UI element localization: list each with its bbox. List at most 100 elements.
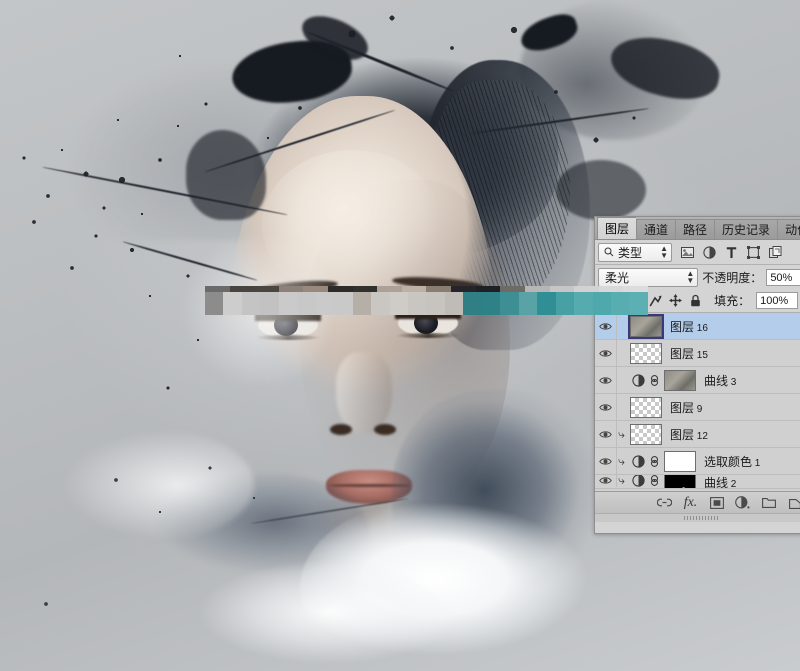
layer-visibility-eye-icon[interactable] [595,475,617,487]
new-group-icon[interactable] [761,495,776,510]
censor-pixel-top-0 [205,286,230,292]
layer-row[interactable]: 图层 16 [595,313,800,340]
link-layers-icon[interactable] [657,495,672,510]
clipping-mask-arrow-icon: ⤷ [618,475,625,487]
censor-pixel-19 [555,291,575,315]
adjustment-layer-icon[interactable] [631,475,646,487]
censor-pixel-top-15 [574,286,599,292]
layer-filter-row: 类型 ▲ ▼ [595,240,800,265]
add-layer-mask-icon[interactable] [709,495,724,510]
layer-thumbnail[interactable] [630,423,662,445]
censor-pixel-top-16 [598,286,624,292]
chevron-updown-icon: ▲ ▼ [686,269,695,285]
censor-pixel-4 [278,291,298,315]
adjustment-layer-icon[interactable] [631,373,646,387]
layer-style-fx-icon[interactable]: fx. [683,495,698,510]
type-layer-filter-icon[interactable] [724,245,739,260]
clipping-mask-arrow-icon: ⤷ [618,427,625,441]
blend-mode-dropdown[interactable]: 柔光 ▲ ▼ [598,267,699,287]
censor-pixel-23 [629,291,648,315]
layer-name-label: 选取颜色 1 [704,454,761,469]
layer-row[interactable]: 图层 15 [595,340,800,367]
filter-icon-group [676,245,783,260]
censor-pixel-6 [315,291,335,315]
censor-pixel-7 [334,291,353,315]
censor-pixel-top-12 [500,286,525,292]
layer-row[interactable]: 曲线 3 [595,367,800,394]
layer-row[interactable]: ⤷ 图层 12 [595,421,800,448]
panel-tab-0[interactable]: 图层 [597,217,637,239]
censor-pixel-9 [371,291,390,315]
censor-pixel-top-10 [451,286,476,292]
censor-pixel-14 [463,291,482,315]
layer-row[interactable]: 图层 9 [595,394,800,421]
layer-name-label: 曲线 3 [704,373,737,388]
search-icon [604,247,614,257]
censor-pixel-10 [389,291,408,315]
filter-kind-dropdown[interactable]: 类型 ▲ ▼ [598,242,672,262]
censor-pixel-1 [223,291,242,315]
layer-visibility-eye-icon[interactable] [595,313,617,339]
censor-pixel-15 [481,291,501,315]
layers-panel: 图层通道路径历史记录动作 类型 ▲▼ [594,216,800,534]
panel-tab-2[interactable]: 路径 [675,219,715,239]
layer-thumbnail[interactable] [630,396,662,418]
opacity-input[interactable]: 50% [766,268,800,286]
layer-thumbnail[interactable] [630,342,662,364]
censor-pixel-12 [426,291,445,315]
layer-name-label: 图层 9 [670,400,703,415]
layer-thumbnail[interactable] [628,313,664,339]
filter-kind-label: 类型 [618,245,643,260]
lock-position-icon[interactable] [669,294,683,307]
panel-tab-4[interactable]: 动作 [777,219,800,239]
mask-link-icon[interactable] [649,475,660,487]
layer-visibility-eye-icon[interactable] [595,367,617,393]
layer-mask-thumbnail[interactable] [664,450,696,472]
censor-pixel-20 [574,291,593,315]
censor-pixel-0 [205,291,224,315]
panel-tab-1[interactable]: 通道 [636,219,676,239]
adjustment-layer-filter-icon[interactable] [702,245,717,260]
layer-row[interactable]: ⤷ 曲线 2 [595,475,800,489]
layer-mask-thumbnail[interactable] [664,369,696,391]
layer-name-label: 图层 16 [670,319,708,334]
adjustment-layer-icon[interactable] [631,454,646,468]
fill-input[interactable]: 100% [756,292,799,309]
censor-pixel-top-3 [278,286,304,292]
layer-visibility-eye-icon[interactable] [595,421,617,447]
layer-name-label: 图层 12 [670,427,708,442]
panel-resize-grip[interactable] [595,513,800,522]
panel-tab-strip: 图层通道路径历史记录动作 [595,217,800,240]
new-layer-icon[interactable] [787,495,800,510]
censor-pixel-17 [518,291,538,315]
new-adjustment-layer-icon[interactable] [735,495,750,510]
layer-mask-thumbnail[interactable] [664,475,696,488]
mask-link-icon[interactable] [649,455,660,468]
fill-label: 填充： [714,294,751,308]
layer-name-label: 曲线 2 [704,476,737,489]
lock-all-icon[interactable] [689,294,702,307]
panel-bottom-toolbar: fx. [595,491,800,513]
censor-pixel-13 [444,291,464,315]
chevron-updown-icon: ▲ ▼ [660,244,668,260]
censor-pixel-3 [260,291,279,315]
censor-pixel-top-9 [426,286,452,292]
shape-layer-filter-icon[interactable] [746,245,761,260]
censor-pixel-21 [592,291,611,315]
layer-visibility-eye-icon[interactable] [595,448,617,474]
censor-pixel-top-2 [254,286,279,292]
smart-object-filter-icon[interactable] [768,245,783,260]
layer-row[interactable]: ⤷ 选取颜色 1 [595,448,800,475]
pixel-layer-filter-icon[interactable] [680,245,695,260]
lock-image-pixels-icon[interactable] [649,294,662,307]
censor-pixel-top-17 [623,286,648,292]
panel-tab-3[interactable]: 历史记录 [714,219,778,239]
censor-pixel-top-14 [549,286,575,292]
censor-pixel-top-1 [229,286,255,292]
censor-pixel-2 [241,291,261,315]
layer-name-label: 图层 15 [670,346,708,361]
mask-link-icon[interactable] [649,374,660,387]
censor-pixel-top-13 [524,286,550,292]
layer-visibility-eye-icon[interactable] [595,394,617,420]
layer-visibility-eye-icon[interactable] [595,340,617,366]
